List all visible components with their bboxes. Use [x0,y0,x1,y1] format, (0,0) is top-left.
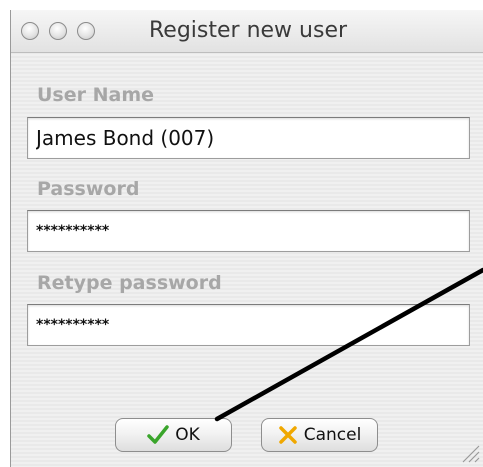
annotation-arrow [214,267,483,422]
